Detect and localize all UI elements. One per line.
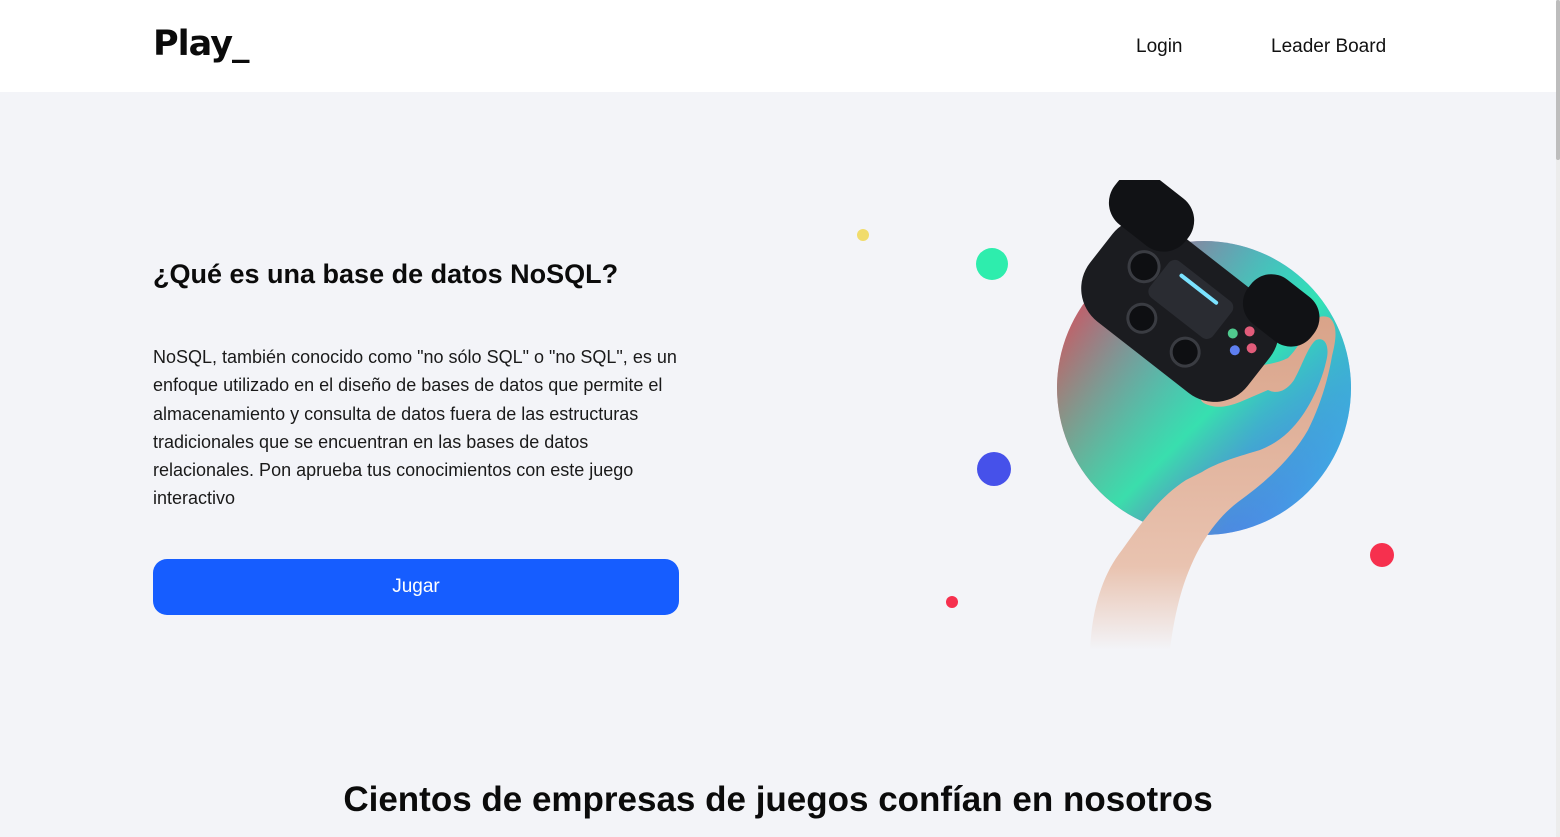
nav-login-link[interactable]: Login <box>1136 36 1183 58</box>
logo[interactable]: Play_ <box>153 24 250 64</box>
green-dot <box>976 248 1008 280</box>
play-button[interactable]: Jugar <box>153 559 679 615</box>
small-red-dot <box>946 596 958 608</box>
site-header: Play_ Login Leader Board <box>0 0 1556 92</box>
landing-page: Play_ Login Leader Board ¿Qué es una bas… <box>0 0 1560 837</box>
page-scrollbar[interactable] <box>1556 0 1560 837</box>
blue-dot <box>977 452 1011 486</box>
yellow-dot <box>857 229 869 241</box>
companies-title: Cientos de empresas de juegos confían en… <box>343 780 1213 819</box>
hero-title: ¿Qué es una base de datos NoSQL? <box>153 259 619 289</box>
nav-leaderboard-link[interactable]: Leader Board <box>1271 36 1386 58</box>
red-dot <box>1370 543 1394 567</box>
hero-description: NoSQL, también conocido como "no sólo SQ… <box>153 347 677 509</box>
hero-illustration <box>857 180 1394 650</box>
scrollbar-thumb[interactable] <box>1556 0 1560 160</box>
